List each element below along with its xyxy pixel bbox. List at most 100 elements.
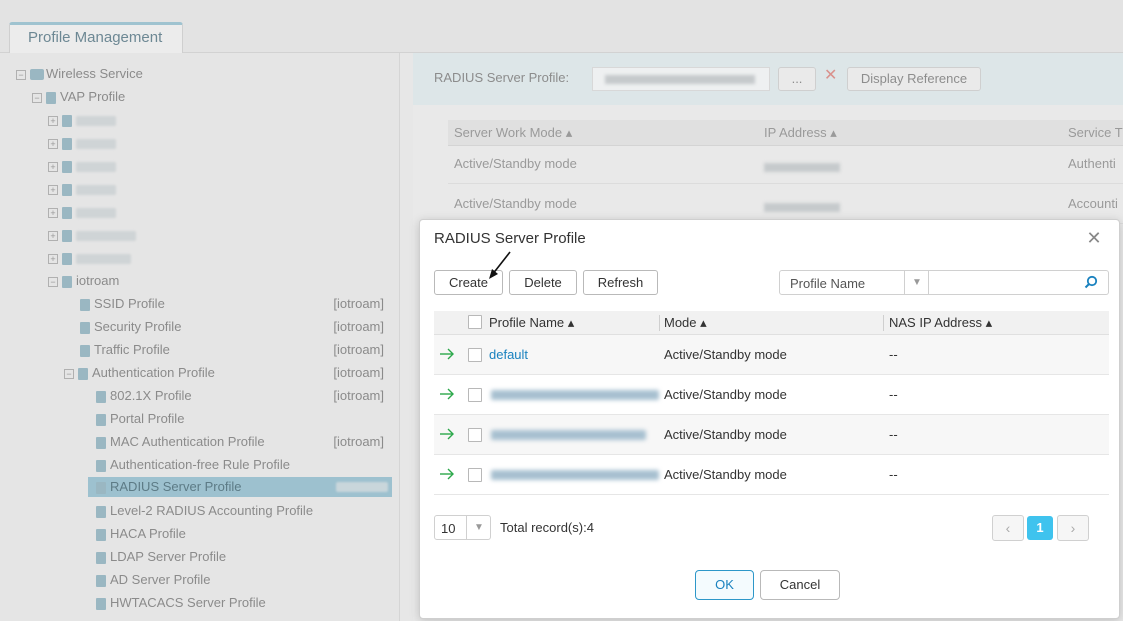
document-icon — [62, 275, 72, 288]
column-server-work-mode[interactable]: Server Work Mode ▴ — [454, 125, 572, 141]
table-row[interactable]: Active/Standby mode -- — [434, 455, 1109, 495]
tree-item-vap-profile[interactable]: − VAP Profile — [32, 87, 125, 107]
tree-item-ldap-server-profile[interactable]: LDAP Server Profile — [96, 547, 392, 567]
tree-item-mac-auth-profile[interactable]: MAC Authentication Profile [iotroam] — [96, 432, 392, 452]
expand-icon[interactable]: + — [48, 184, 58, 195]
tree-item-vap[interactable]: + — [48, 110, 116, 130]
column-profile-name[interactable]: Profile Name ▴ — [489, 315, 574, 331]
document-icon — [62, 137, 72, 150]
chevron-down-icon[interactable]: ▼ — [904, 271, 929, 294]
arrow-right-icon[interactable] — [438, 385, 456, 403]
column-nas-ip-address[interactable]: NAS IP Address ▴ — [889, 315, 992, 331]
table-row[interactable]: default Active/Standby mode -- — [434, 335, 1109, 375]
expand-icon[interactable]: + — [48, 138, 58, 149]
table-row[interactable]: Active/Standby mode Authenti — [448, 144, 1123, 184]
column-divider[interactable] — [883, 315, 884, 331]
document-icon — [96, 413, 106, 426]
collapse-icon[interactable]: − — [48, 276, 58, 287]
close-icon[interactable]: ✕ — [1085, 229, 1103, 247]
prev-page-button[interactable]: ‹ — [992, 515, 1024, 541]
row-checkbox[interactable] — [468, 388, 482, 402]
collapse-icon[interactable]: − — [64, 368, 74, 379]
profile-name-link[interactable] — [491, 430, 646, 440]
table-row[interactable]: Active/Standby mode Accounti — [448, 184, 1123, 224]
next-page-button[interactable]: › — [1057, 515, 1089, 541]
profile-name-link[interactable] — [491, 390, 659, 400]
column-service-type[interactable]: Service T — [1068, 125, 1123, 140]
row-checkbox[interactable] — [468, 468, 482, 482]
tree-item-haca-profile[interactable]: HACA Profile — [96, 524, 392, 544]
profile-grid-header: Profile Name ▴ Mode ▴ NAS IP Address ▴ — [434, 311, 1109, 335]
tree-item-auth-free-rule-profile[interactable]: Authentication-free Rule Profile — [96, 455, 392, 475]
tree-item-tag: [iotroam] — [333, 296, 384, 311]
ok-button[interactable]: OK — [695, 570, 754, 600]
table-row[interactable]: Active/Standby mode -- — [434, 415, 1109, 455]
row-nas-ip: -- — [889, 427, 898, 442]
expand-icon[interactable]: + — [48, 115, 58, 126]
tree-item-ssid-profile[interactable]: SSID Profile [iotroam] — [80, 294, 392, 314]
tree-item-wireless-service[interactable]: − Wireless Service — [16, 64, 143, 84]
tree-item-radius-server-profile[interactable]: RADIUS Server Profile — [88, 477, 392, 497]
document-icon — [62, 229, 72, 242]
tree-item-authentication-profile[interactable]: − Authentication Profile [iotroam] — [64, 363, 392, 383]
tree-item-level2-radius-accounting-profile[interactable]: Level-2 RADIUS Accounting Profile — [96, 501, 392, 521]
cancel-button[interactable]: Cancel — [760, 570, 840, 600]
expand-icon[interactable]: + — [48, 161, 58, 172]
profile-name-link[interactable] — [491, 470, 659, 480]
arrow-right-icon[interactable] — [438, 465, 456, 483]
tree-item-hwtacacs-server-profile[interactable]: HWTACACS Server Profile — [96, 593, 392, 613]
column-mode[interactable]: Mode ▴ — [664, 315, 707, 331]
collapse-icon[interactable]: − — [16, 69, 26, 80]
redacted-text — [76, 138, 116, 149]
select-all-checkbox[interactable] — [468, 315, 482, 329]
display-reference-button[interactable]: Display Reference — [847, 67, 981, 91]
total-records: Total record(s):4 — [500, 520, 594, 535]
radius-profile-field[interactable] — [592, 67, 770, 91]
tree-item-vap[interactable]: + — [48, 156, 116, 176]
collapse-icon[interactable]: − — [32, 92, 42, 103]
tree-item-traffic-profile[interactable]: Traffic Profile [iotroam] — [80, 340, 392, 360]
tree-item-portal-profile[interactable]: Portal Profile — [96, 409, 392, 429]
document-icon — [62, 206, 72, 219]
search-field-label: Profile Name — [790, 276, 866, 291]
tree-item-security-profile[interactable]: Security Profile [iotroam] — [80, 317, 392, 337]
column-ip-address[interactable]: IP Address ▴ — [764, 125, 837, 141]
document-icon — [96, 481, 106, 494]
row-service: Accounti — [1068, 196, 1118, 211]
tree-item-vap[interactable]: + — [48, 202, 116, 222]
table-row[interactable]: Active/Standby mode -- — [434, 375, 1109, 415]
tree-item-vap[interactable]: + — [48, 248, 131, 268]
tree-item-tag: [iotroam] — [333, 365, 384, 380]
arrow-right-icon[interactable] — [438, 425, 456, 443]
tab-profile-management[interactable]: Profile Management — [9, 22, 183, 53]
expand-icon[interactable]: + — [48, 230, 58, 241]
tree-item-ad-server-profile[interactable]: AD Server Profile — [96, 570, 392, 590]
expand-icon[interactable]: + — [48, 253, 58, 264]
tree-item-vap[interactable]: + — [48, 225, 136, 245]
search-icon[interactable] — [1084, 275, 1098, 289]
document-icon — [96, 390, 106, 403]
profile-name-link[interactable]: default — [489, 347, 528, 362]
delete-button[interactable]: Delete — [509, 270, 577, 295]
tree-item-iotroam[interactable]: − iotroam — [48, 271, 119, 291]
page-size-select[interactable]: 10 ▼ — [434, 515, 491, 540]
row-checkbox[interactable] — [468, 428, 482, 442]
chevron-down-icon[interactable]: ▼ — [466, 516, 491, 539]
tree-item-vap[interactable]: + — [48, 179, 116, 199]
refresh-button[interactable]: Refresh — [583, 270, 658, 295]
current-page-button[interactable]: 1 — [1027, 516, 1053, 540]
browse-button[interactable]: ... — [778, 67, 816, 91]
tree-item-8021x-profile[interactable]: 802.1X Profile [iotroam] — [96, 386, 392, 406]
tree-item-vap[interactable]: + — [48, 133, 116, 153]
tree-item-tag: [iotroam] — [333, 434, 384, 449]
arrow-right-icon[interactable] — [438, 345, 456, 363]
server-grid-header: Server Work Mode ▴ IP Address ▴ Service … — [448, 120, 1123, 146]
search-field-select[interactable]: Profile Name ▼ — [779, 270, 929, 295]
clear-icon[interactable]: ✕ — [824, 65, 837, 85]
row-nas-ip: -- — [889, 347, 898, 362]
expand-icon[interactable]: + — [48, 207, 58, 218]
redacted-text — [336, 482, 388, 492]
column-divider[interactable] — [659, 315, 660, 331]
row-checkbox[interactable] — [468, 348, 482, 362]
search-input[interactable] — [929, 270, 1109, 295]
